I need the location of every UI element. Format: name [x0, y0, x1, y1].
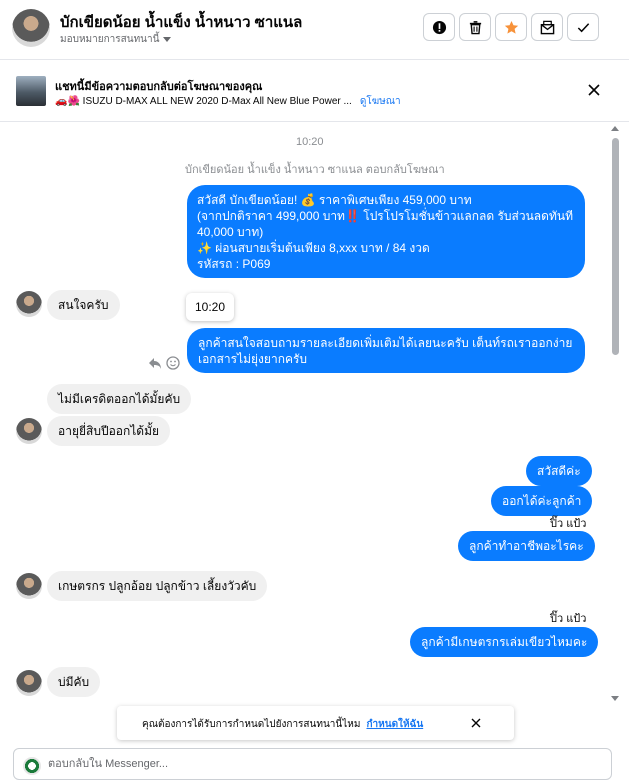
delete-button[interactable] [459, 13, 491, 41]
promo-line: 40,000 บาท) [197, 225, 264, 239]
outgoing-message[interactable]: ออกได้ค่ะลูกค้า [491, 486, 593, 516]
contact-avatar-small [16, 573, 42, 599]
reply-composer [13, 748, 612, 780]
scroll-down-arrow-icon[interactable] [611, 696, 619, 701]
ad-banner-subtitle: 🚗🌺 ISUZU D-MAX ALL NEW 2020 D-Max All Ne… [55, 94, 401, 109]
mark-unread-icon [540, 20, 554, 34]
star-icon [504, 20, 518, 34]
assign-toast: คุณต้องการได้รับการกำหนดไปยังการสนทนานี้… [117, 706, 514, 740]
contact-avatar[interactable] [12, 9, 50, 47]
ad-banner-title: แชทนี้มีข้อความตอบกลับต่อโฆษณาของคุณ [55, 81, 263, 93]
toast-text: คุณต้องการได้รับการกำหนดไปยังการสนทนานี้… [142, 717, 423, 732]
outgoing-message[interactable]: ลูกค้าทำอาชีพอะไรคะ [458, 531, 595, 561]
incoming-message[interactable]: สนใจครับ [47, 290, 120, 320]
assign-to-me-link[interactable]: กำหนดให้ฉัน [366, 719, 423, 730]
close-icon[interactable] [585, 81, 603, 99]
promo-line: ✨ ผ่อนสบายเริ่มต้นเพียง 8,xxx บาท / 84 ง… [197, 241, 430, 255]
message-time-tooltip: 10:20 [186, 293, 234, 321]
ad-thumbnail[interactable] [16, 76, 46, 106]
ad-reply-note: บักเขียดน้อย น้ำแข็ง น้ำหนาว ซาแนล ตอบกล… [185, 164, 445, 176]
toast-message: คุณต้องการได้รับการกำหนดไปยังการสนทนานี้… [142, 719, 361, 730]
star-button[interactable] [495, 13, 527, 41]
reply-input[interactable] [48, 754, 588, 774]
contact-name[interactable]: บักเขียดน้อย น้ำแข็ง น้ำหนาว ซาแนล [60, 10, 302, 34]
scroll-thumb[interactable] [612, 138, 619, 355]
trash-icon [469, 20, 481, 34]
contact-avatar-small [16, 670, 42, 696]
incoming-message[interactable]: บ่มีคับ [47, 667, 101, 697]
assign-label: มอบหมายการสนทนานี้ [60, 34, 160, 45]
contact-avatar-small [16, 291, 42, 317]
promo-line: สวัสดี บักเขียดน้อย! 💰 ราคาพิเศษเพียง 45… [197, 193, 472, 207]
outgoing-message[interactable]: สวัสดีค่ะ [526, 456, 592, 486]
message-actions [149, 356, 180, 370]
outgoing-message[interactable]: ลูกค้ามีเกษตรกรเล่มเขียวไหมคะ [410, 627, 599, 657]
thread-scrollbar[interactable] [609, 122, 621, 710]
seen-by-label: ปิ๊ว แป้ว [550, 613, 587, 625]
check-icon [577, 22, 589, 32]
incoming-message[interactable]: ไม่มีเครดิตออกได้มั้ยคับ [47, 384, 192, 414]
page-avatar [23, 757, 41, 775]
view-ad-link[interactable]: ดูโฆษณา [360, 96, 401, 107]
scroll-up-arrow-icon[interactable] [611, 126, 619, 131]
mark-unread-button[interactable] [531, 13, 563, 41]
caret-down-icon [163, 36, 172, 42]
conversation-header: บักเขียดน้อย น้ำแข็ง น้ำหนาว ซาแนล มอบหม… [0, 0, 629, 60]
outgoing-message-promo[interactable]: สวัสดี บักเขียดน้อย! 💰 ราคาพิเศษเพียง 45… [187, 185, 585, 278]
emoji-icon[interactable] [166, 356, 180, 370]
assign-dropdown[interactable]: มอบหมายการสนทนานี้ [60, 32, 172, 47]
incoming-message[interactable]: อายุยี่สิบปีออกได้มั้ย [47, 416, 171, 446]
promo-line: (จากปกติราคา 499,000 บาท‼️ โปรโปรโมชั่นข… [197, 209, 573, 223]
reply-icon[interactable] [149, 358, 161, 369]
spam-button[interactable] [423, 13, 455, 41]
thread-timestamp: 10:20 [296, 136, 324, 148]
seen-by-label: ปิ๊ว แป้ว [550, 518, 587, 530]
ad-name: 🚗🌺 ISUZU D-MAX ALL NEW 2020 D-Max All Ne… [55, 96, 352, 107]
exclamation-icon [432, 20, 446, 34]
promo-line: รหัสรถ : P069 [197, 257, 271, 271]
ad-reply-banner: แชทนี้มีข้อความตอบกลับต่อโฆษณาของคุณ 🚗🌺 … [0, 60, 629, 122]
incoming-message[interactable]: เกษตรกร ปลูกอ้อย ปลูกข้าว เลี้ยงวัวคับ [47, 571, 268, 601]
contact-avatar-small [16, 418, 42, 444]
close-icon[interactable] [469, 716, 483, 730]
outgoing-message[interactable]: ลูกค้าสนใจสอบถามรายละเอียดเพิ่มเติมได้เล… [187, 328, 585, 373]
done-button[interactable] [567, 13, 599, 41]
